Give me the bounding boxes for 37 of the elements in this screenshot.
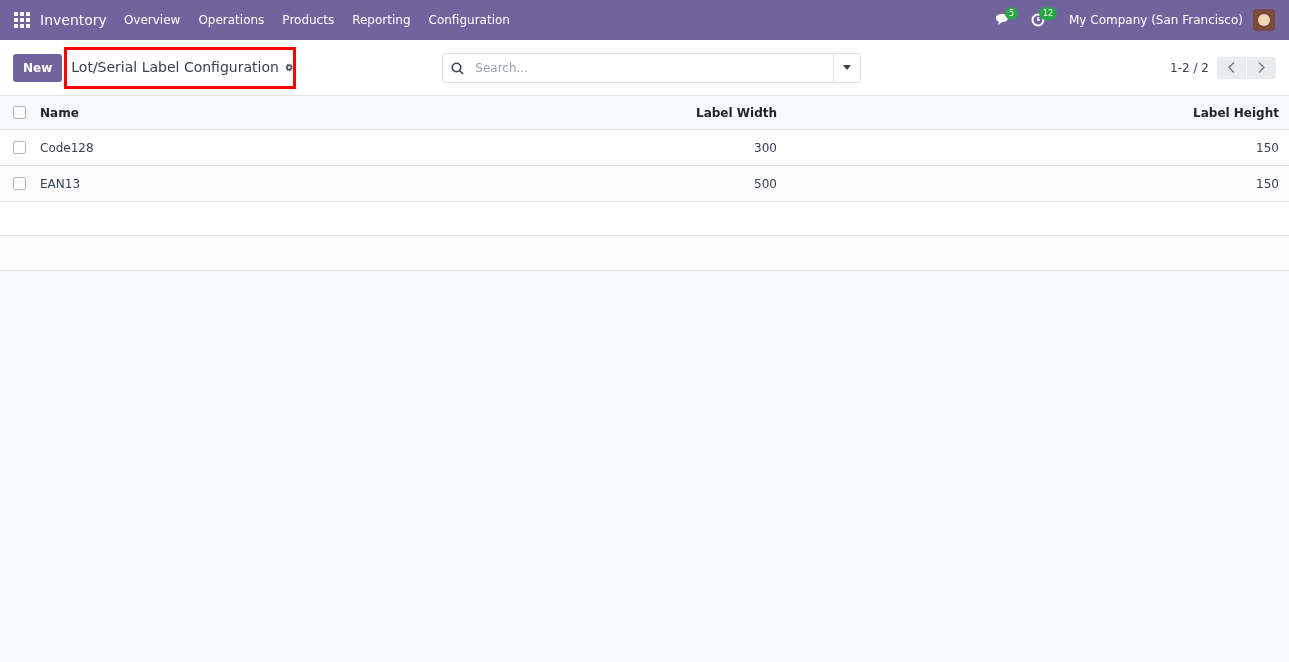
- column-header[interactable]: Label Width: [487, 103, 787, 122]
- company-name[interactable]: My Company (San Francisco): [1069, 11, 1243, 29]
- activity-count-badge: 12: [1039, 7, 1058, 20]
- search-options-toggle[interactable]: [834, 52, 862, 83]
- menu-item[interactable]: Products: [282, 11, 335, 29]
- pager-value[interactable]: 1-2 / 2: [1170, 58, 1209, 77]
- settings-icon[interactable]: [284, 62, 294, 73]
- view-title: Lot/Serial Label Configuration: [71, 58, 279, 77]
- column-header[interactable]: Label Height: [787, 103, 1289, 122]
- next-page-button[interactable]: [1247, 56, 1276, 79]
- caret-icon: [843, 65, 852, 70]
- clock-icon[interactable]: [1031, 13, 1045, 27]
- table-cell-text: 150: [1255, 175, 1280, 193]
- menu-item[interactable]: Configuration: [428, 11, 510, 29]
- menu-item[interactable]: Operations: [198, 11, 265, 29]
- table-cell-text: 300: [753, 139, 778, 157]
- chat-icon[interactable]: [995, 13, 1011, 27]
- apps-menu-icon[interactable]: [14, 12, 30, 28]
- table-cell-text: EAN13: [40, 175, 82, 193]
- table-cell-text: 150: [1255, 139, 1280, 157]
- menu-item[interactable]: Reporting: [352, 11, 411, 29]
- app-name[interactable]: Inventory: [40, 9, 107, 31]
- search-field[interactable]: Search...: [442, 52, 835, 83]
- menu-item[interactable]: Overview: [123, 11, 181, 29]
- message-count-badge: 5: [1005, 7, 1019, 20]
- column-header[interactable]: Name: [40, 103, 487, 122]
- table-cell-text: Code128: [40, 139, 95, 157]
- avatar-icon[interactable]: [1253, 9, 1275, 31]
- table-cell-text: 500: [753, 175, 778, 193]
- chevron-right-icon: [1258, 62, 1265, 73]
- search-icon: [451, 61, 465, 75]
- previous-page-button[interactable]: [1217, 56, 1246, 79]
- checkbox[interactable]: [13, 106, 26, 119]
- chevron-left-icon: [1228, 62, 1235, 73]
- new-button[interactable]: New: [13, 53, 63, 82]
- checkbox[interactable]: [13, 141, 26, 154]
- checkbox[interactable]: [13, 177, 26, 190]
